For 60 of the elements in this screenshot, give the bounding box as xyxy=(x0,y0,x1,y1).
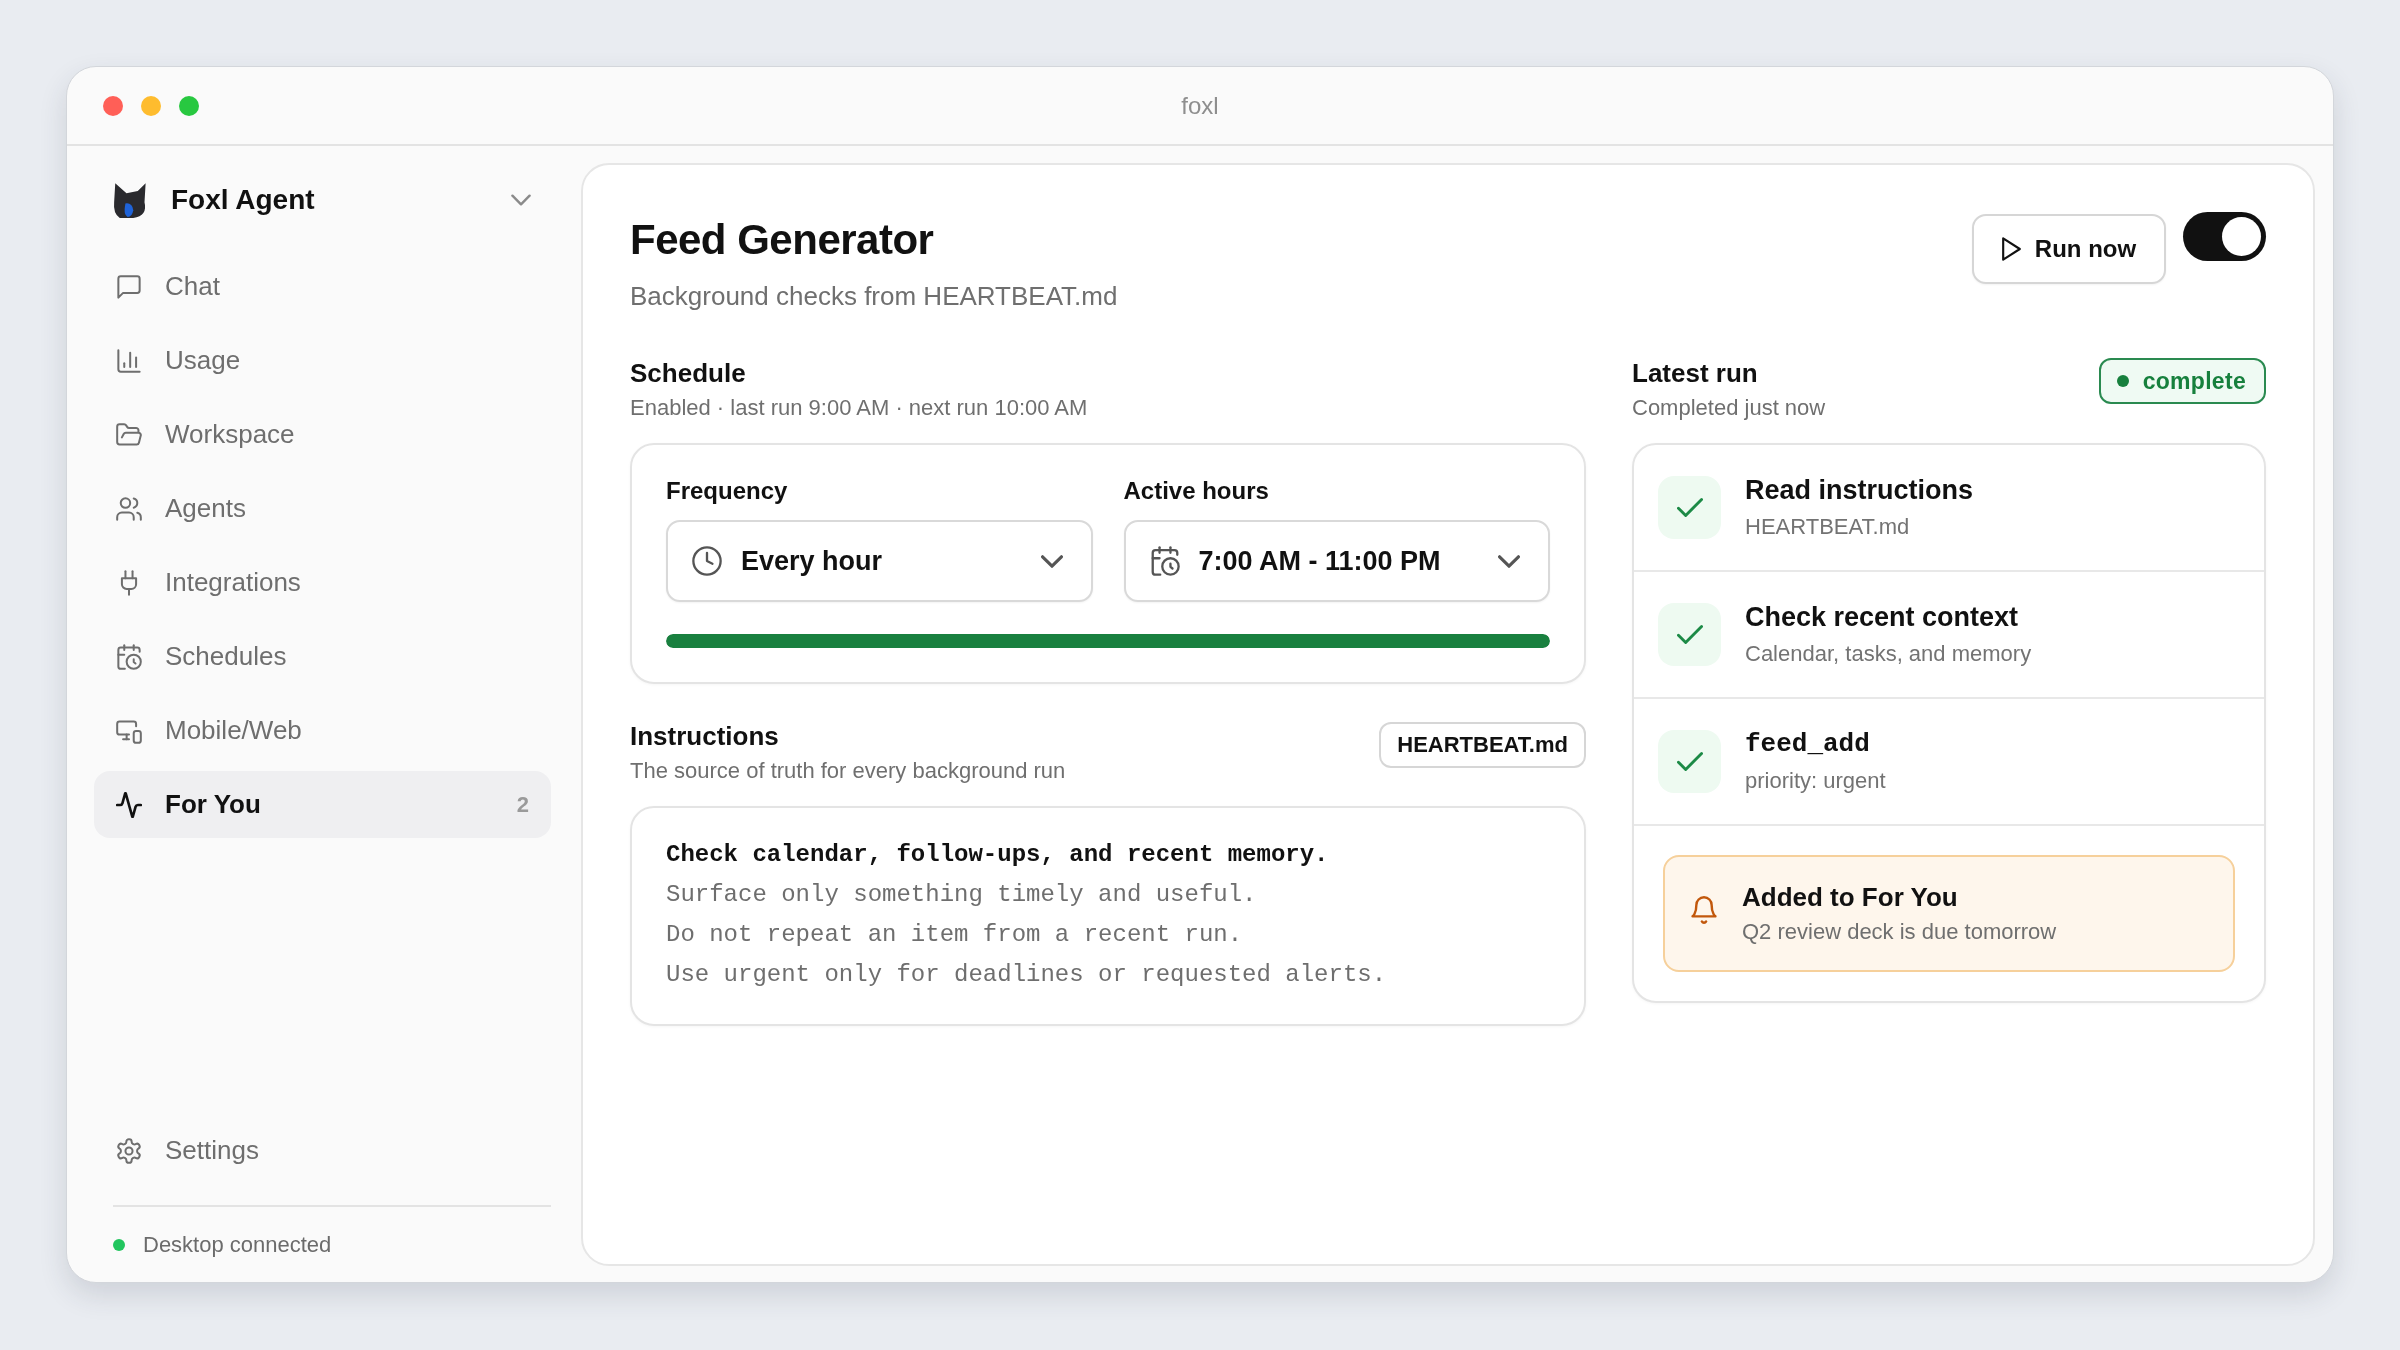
step-detail: Calendar, tasks, and memory xyxy=(1745,640,2032,668)
clock-icon xyxy=(692,546,722,576)
sidebar-item[interactable]: Chat xyxy=(94,253,551,320)
enable-toggle[interactable] xyxy=(2183,212,2266,261)
status-text: complete xyxy=(2142,367,2246,395)
folder-icon xyxy=(116,421,142,448)
section-subtitle: Completed just now xyxy=(1632,394,1827,422)
window-zoom-button[interactable] xyxy=(179,95,199,116)
section-subtitle: Enabled · last run 9:00 AM · next run 10:00 AM xyxy=(630,394,1089,422)
run-now-button[interactable]: Run now xyxy=(1972,214,2166,284)
section-title: Schedule xyxy=(630,357,747,389)
chevron-down-icon xyxy=(1040,554,1063,568)
settings-item[interactable]: Settings xyxy=(94,1117,551,1184)
settings-icon xyxy=(116,1137,142,1164)
play-icon xyxy=(2001,237,2021,261)
sidebar-item[interactable]: Agents xyxy=(94,475,551,542)
field-label: Frequency xyxy=(666,476,789,506)
step-title: Read instructions xyxy=(1745,474,1974,506)
sidebar-item[interactable]: For You 2 xyxy=(94,771,551,838)
step-detail: priority: urgent xyxy=(1745,767,1886,795)
sidebar-item[interactable]: Workspace xyxy=(94,401,551,468)
pulse-line-icon xyxy=(116,791,142,818)
connection-status: Desktop connected xyxy=(143,1232,332,1258)
bar-chart-icon xyxy=(116,347,142,374)
section-subtitle: The source of truth for every background run xyxy=(630,757,1067,785)
section-title: Latest run xyxy=(1632,357,1759,389)
people-icon xyxy=(116,495,142,522)
hours-dropdown[interactable]: 7:00 AM - 11:00 PM xyxy=(1123,520,1550,602)
chat-bubble-icon xyxy=(116,273,142,300)
instruction-line: Do not repeat an item from a recent run. xyxy=(666,920,1244,950)
notice-title: Added to For You xyxy=(1742,881,1959,913)
workspace-switcher[interactable]: Foxl Agent xyxy=(94,170,551,230)
page-title: Feed Generator xyxy=(630,215,935,265)
step-detail: HEARTBEAT.md xyxy=(1745,513,1911,541)
window-title: foxl xyxy=(1181,91,1219,120)
chevron-down-icon xyxy=(1498,554,1520,568)
notice-text: Q2 review deck is due tomorrow xyxy=(1742,918,2057,946)
calendar-clock-icon xyxy=(116,643,142,670)
file-button[interactable]: HEARTBEAT.md xyxy=(1379,722,1586,768)
bell-icon xyxy=(1690,895,1718,924)
field-label: Active hours xyxy=(1123,476,1270,506)
window-close-button[interactable] xyxy=(103,95,123,116)
sidebar-item[interactable]: Mobile/Web xyxy=(94,697,551,764)
instruction-line: Surface only something timely and useful. xyxy=(666,880,1258,910)
step-title: feed_add xyxy=(1745,728,1871,760)
frequency-dropdown[interactable]: Every hour xyxy=(666,520,1093,602)
animal-head-logo-icon xyxy=(113,182,149,218)
chevron-down-icon xyxy=(511,194,531,206)
window-minimize-button[interactable] xyxy=(141,95,161,116)
status-dot-icon xyxy=(2116,375,2129,387)
instruction-line: Check calendar, follow-ups, and recent memory. xyxy=(666,840,1330,870)
sidebar-item[interactable]: Integrations xyxy=(94,549,551,616)
unread-count: 2 xyxy=(516,791,529,818)
instruction-line: Use urgent only for deadlines or requested alerts. xyxy=(666,960,1388,990)
step-title: Check recent context xyxy=(1745,601,2020,633)
sidebar-item[interactable]: Schedules xyxy=(94,623,551,690)
section-title: Instructions xyxy=(630,720,780,752)
calendar-clock-icon xyxy=(1149,546,1180,576)
sidebar-item[interactable]: Usage xyxy=(94,327,551,394)
page-subtitle: Background checks from HEARTBEAT.md xyxy=(630,280,1119,312)
